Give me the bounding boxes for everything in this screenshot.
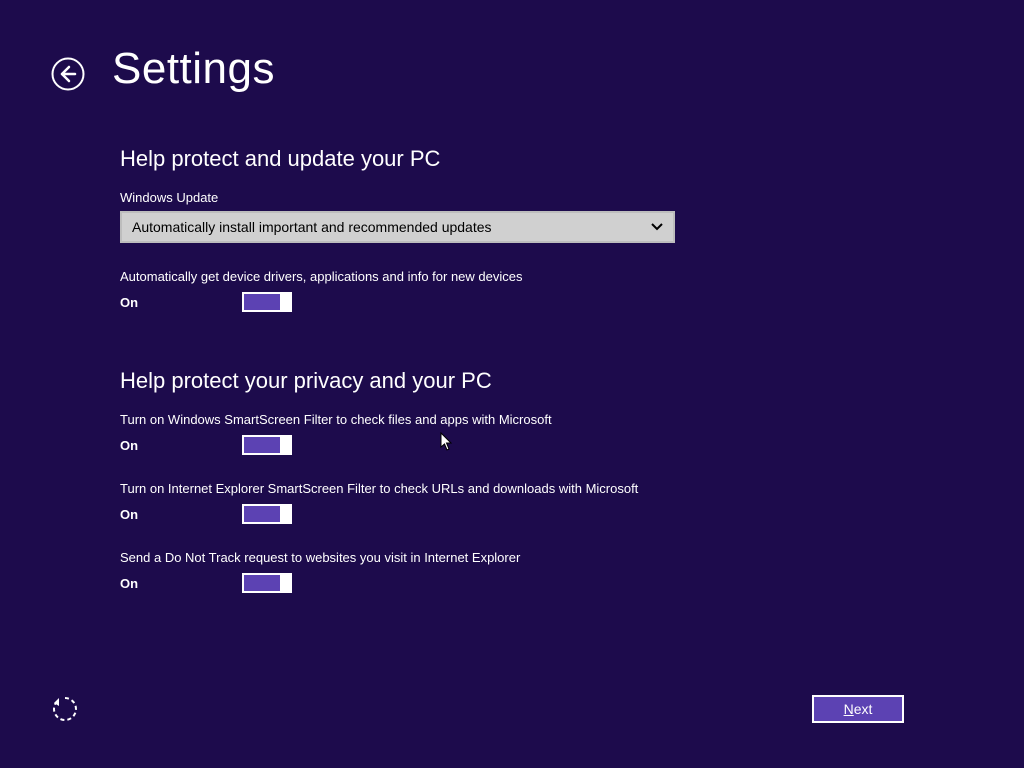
toggle-state-label: On [120, 438, 242, 453]
next-button-rest: ext [854, 701, 873, 717]
toggle-device-drivers: Automatically get device drivers, applic… [120, 269, 900, 312]
toggle-state-label: On [120, 295, 242, 310]
toggle-knob [280, 573, 292, 593]
toggle-desc: Turn on Internet Explorer SmartScreen Fi… [120, 481, 900, 496]
toggle-switch-smartscreen-urls[interactable] [242, 504, 292, 524]
back-arrow-icon [51, 57, 85, 91]
ease-of-access-button[interactable] [50, 694, 80, 724]
toggle-desc: Automatically get device drivers, applic… [120, 269, 900, 284]
toggle-line: On [120, 292, 900, 312]
toggle-line: On [120, 435, 900, 455]
toggle-line: On [120, 573, 900, 593]
next-button[interactable]: Next [812, 695, 904, 723]
windows-update-dropdown[interactable]: Automatically install important and reco… [120, 211, 675, 243]
toggle-state-label: On [120, 576, 242, 591]
ease-of-access-icon [50, 694, 80, 724]
toggle-knob [280, 292, 292, 312]
dropdown-value: Automatically install important and reco… [132, 219, 492, 235]
header: Settings [50, 44, 275, 94]
section-heading-protect-update: Help protect and update your PC [120, 146, 900, 172]
settings-page: Settings Help protect and update your PC… [0, 0, 1024, 768]
toggle-switch-do-not-track[interactable] [242, 573, 292, 593]
toggle-switch-device-drivers[interactable] [242, 292, 292, 312]
toggle-switch-smartscreen-files[interactable] [242, 435, 292, 455]
chevron-down-icon [651, 220, 663, 234]
windows-update-label: Windows Update [120, 190, 900, 205]
content: Help protect and update your PC Windows … [120, 140, 900, 619]
toggle-desc: Turn on Windows SmartScreen Filter to ch… [120, 412, 900, 427]
section-heading-privacy: Help protect your privacy and your PC [120, 368, 900, 394]
toggle-do-not-track: Send a Do Not Track request to websites … [120, 550, 900, 593]
toggle-smartscreen-files: Turn on Windows SmartScreen Filter to ch… [120, 412, 900, 455]
page-title: Settings [112, 44, 275, 94]
footer: Next [50, 694, 904, 724]
back-button[interactable] [50, 56, 86, 92]
toggle-desc: Send a Do Not Track request to websites … [120, 550, 900, 565]
toggle-line: On [120, 504, 900, 524]
toggle-knob [280, 504, 292, 524]
next-button-underline: N [844, 701, 854, 717]
toggle-state-label: On [120, 507, 242, 522]
toggle-smartscreen-urls: Turn on Internet Explorer SmartScreen Fi… [120, 481, 900, 524]
toggle-knob [280, 435, 292, 455]
